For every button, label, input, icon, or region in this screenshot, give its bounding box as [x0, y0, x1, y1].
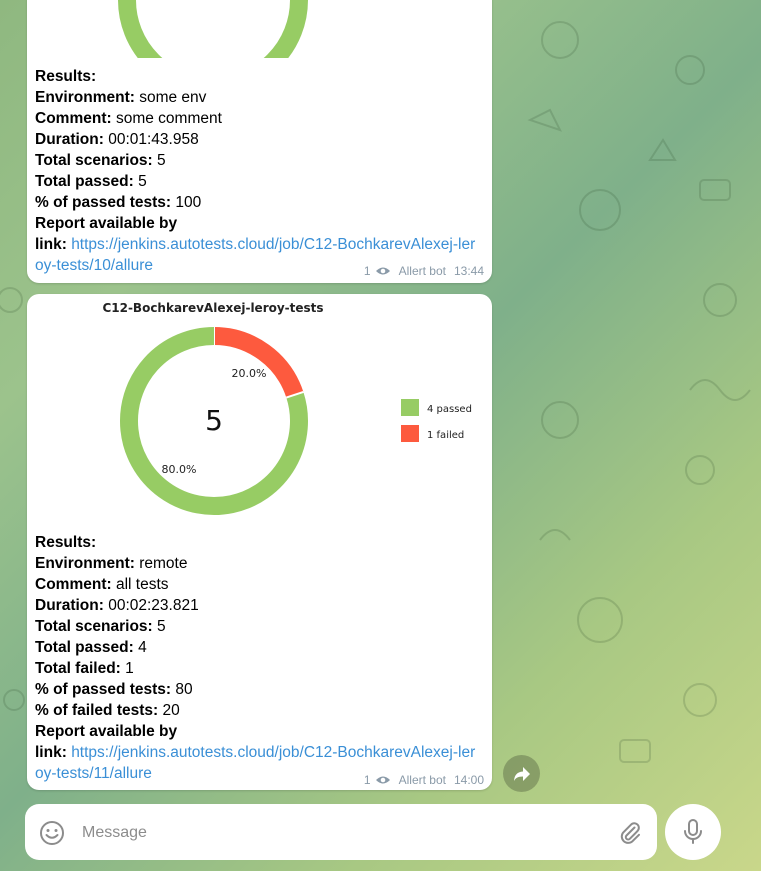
author-signature: Allert bot: [398, 264, 446, 278]
stat-value: some comment: [111, 110, 222, 127]
stat-label: Duration:: [35, 597, 104, 614]
chart-title: C12-BochkarevAlexej-leroy-tests: [102, 301, 323, 315]
stat-label: Environment:: [35, 555, 135, 572]
legend-label-failed: 1 failed: [427, 430, 464, 441]
stat-line: Total scenarios: 5: [35, 616, 480, 637]
stat-value: 5: [152, 152, 166, 169]
stat-label: Duration:: [35, 131, 104, 148]
message-meta: 1 Allert bot 13:44: [364, 264, 484, 278]
stat-value: remote: [134, 555, 188, 572]
legend-swatch-failed: [401, 425, 419, 442]
report-label: Report available by: [35, 723, 178, 740]
message-bubble: Results: Environment: some env Comment: so…: [27, 0, 492, 283]
author-signature: Allert bot: [398, 773, 446, 787]
stat-label: Total scenarios:: [35, 618, 153, 635]
stat-label: Comment:: [35, 110, 112, 127]
pie-slice-1-failed: [213, 327, 304, 398]
stat-line: Comment: some comment: [35, 108, 480, 129]
allure-pie-chart: C12-BochkarevAlexej-leroy-tests 5 20.0% …: [102, 301, 472, 515]
microphone-icon: [684, 819, 702, 844]
stat-line: % of failed tests: 20: [35, 700, 480, 721]
stat-label: Total failed:: [35, 660, 121, 677]
stat-line: Duration: 00:02:23.821: [35, 595, 480, 616]
stat-label: Total passed:: [35, 173, 134, 190]
slice-label-passed-percent: 80.0%: [162, 463, 197, 476]
paperclip-icon[interactable]: [618, 821, 642, 845]
report-label-link: link:: [35, 236, 67, 253]
stat-label: % of failed tests:: [35, 702, 159, 719]
stat-value: 5: [133, 173, 147, 190]
message-text: Results: Environment: remote Comment: all …: [35, 532, 480, 784]
stat-value: 4: [133, 639, 147, 656]
report-label-link: link:: [35, 744, 67, 761]
stat-line: Environment: some env: [35, 87, 480, 108]
message-meta: 1 Allert bot 14:00: [364, 773, 484, 787]
stat-value: 5: [152, 618, 166, 635]
legend-label-passed: 4 passed: [427, 404, 472, 415]
stat-value: 100: [171, 194, 202, 211]
stat-value: all tests: [111, 576, 169, 593]
stat-line: % of passed tests: 100: [35, 192, 480, 213]
stat-line: Results:: [35, 66, 480, 87]
stat-label: Comment:: [35, 576, 112, 593]
share-button[interactable]: [503, 755, 540, 792]
share-arrow-icon: [513, 766, 530, 781]
stat-line: Duration: 00:01:43.958: [35, 129, 480, 150]
stat-line: Total scenarios: 5: [35, 150, 480, 171]
stat-line: Total failed: 1: [35, 658, 480, 679]
legend-swatch-passed: [401, 399, 419, 416]
stat-line: Total passed: 5: [35, 171, 480, 192]
stat-value: 20: [158, 702, 180, 719]
stat-value: 00:01:43.958: [103, 131, 199, 148]
slice-label-failed-percent: 20.0%: [232, 367, 267, 380]
stat-value: 80: [171, 681, 193, 698]
stat-label: Total passed:: [35, 639, 134, 656]
stat-value: some env: [134, 89, 207, 106]
stat-line: % of passed tests: 80: [35, 679, 480, 700]
message-composer: [25, 804, 657, 860]
message-time: 13:44: [453, 264, 484, 278]
message-bubble: C12-BochkarevAlexej-leroy-tests 5 20.0% …: [27, 294, 492, 790]
stat-label: % of passed tests:: [35, 681, 172, 698]
eye-icon: [375, 776, 390, 784]
message-text: Results: Environment: some env Comment: so…: [35, 66, 480, 276]
stat-line: Results:: [35, 532, 480, 553]
stat-line: Total passed: 4: [35, 637, 480, 658]
allure-pie-chart-partial: [118, 0, 308, 58]
stat-label: Total scenarios:: [35, 152, 153, 169]
stat-label: Results:: [35, 68, 97, 85]
view-count: 1: [363, 773, 371, 787]
smile-icon[interactable]: [39, 820, 65, 846]
stat-value: 1: [120, 660, 134, 677]
stat-label: Environment:: [35, 89, 135, 106]
stat-line: Environment: remote: [35, 553, 480, 574]
message-time: 14:00: [453, 773, 484, 787]
microphone-button[interactable]: [665, 804, 721, 860]
message-input[interactable]: [80, 816, 604, 850]
stat-label: Results:: [35, 534, 97, 551]
report-label: Report available by: [35, 215, 178, 232]
eye-icon: [375, 267, 390, 275]
chart-center-label: 5: [205, 404, 223, 437]
stat-value: 00:02:23.821: [103, 597, 199, 614]
view-count: 1: [363, 264, 371, 278]
stat-label: % of passed tests:: [35, 194, 172, 211]
stat-line: Comment: all tests: [35, 574, 480, 595]
